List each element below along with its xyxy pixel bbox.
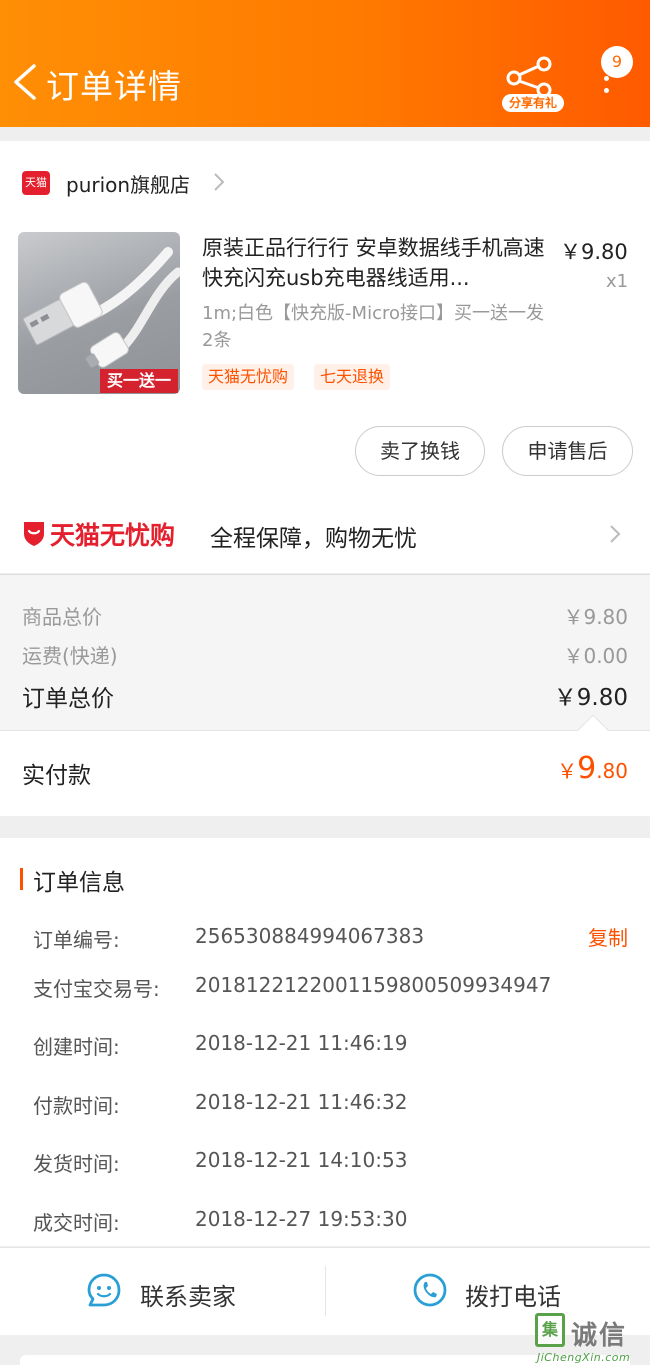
- app-header: 订单详情 分享有礼 9: [0, 0, 650, 127]
- watermark: 集 诚信 JiChengXin.com: [535, 1313, 650, 1365]
- price-summary: 商品总价 ￥9.80 运费(快递) ￥0.00 订单总价 ￥9.80 实付款 ￥…: [0, 574, 650, 816]
- shipping-value: ￥0.00: [563, 644, 628, 668]
- shop-name[interactable]: purion旗舰店: [66, 169, 190, 198]
- message-count-badge[interactable]: 9: [601, 46, 633, 78]
- product-tag: 七天退换: [314, 364, 391, 390]
- call-phone-button[interactable]: 拨打电话: [465, 1277, 561, 1312]
- paid-amount-box: 实付款 ￥9.80: [0, 730, 650, 816]
- completed-time-label: 成交时间:: [33, 1211, 120, 1235]
- shipped-time-label: 发货时间:: [33, 1152, 120, 1176]
- phone-icon[interactable]: [412, 1272, 448, 1308]
- shop-card: 天猫 purion旗舰店 买一送一 原装正品行行行 安卓数据线手机高速快充闪充u…: [0, 141, 650, 573]
- created-time-label: 创建时间:: [33, 1035, 120, 1059]
- chevron-right-icon[interactable]: [608, 523, 622, 545]
- subtotal-label: 商品总价: [22, 605, 102, 629]
- paid-decimal: .80: [596, 759, 628, 783]
- tmall-logo-icon: 天猫: [22, 171, 50, 195]
- order-info-title: 订单信息: [33, 870, 125, 896]
- paid-value: ￥9.80: [557, 751, 628, 786]
- product-spec: 1m;白色【快充版-Micro接口】买一送一发2条: [202, 303, 544, 351]
- product-tag: 天猫无忧购: [202, 364, 295, 390]
- alipay-trade-label: 支付宝交易号:: [33, 977, 160, 1001]
- section-accent-bar: [20, 868, 23, 890]
- completed-time-value: 2018-12-27 19:53:30: [195, 1207, 408, 1231]
- share-gift-label[interactable]: 分享有礼: [502, 94, 564, 112]
- sell-back-button[interactable]: 卖了换钱: [355, 426, 485, 476]
- copy-button[interactable]: 复制: [588, 922, 628, 951]
- paid-time-label: 付款时间:: [33, 1094, 120, 1118]
- after-sale-button[interactable]: 申请售后: [502, 426, 633, 476]
- order-number-label: 订单编号:: [33, 928, 120, 952]
- product-title[interactable]: 原装正品行行行 安卓数据线手机高速快充闪充usb充电器线适用...: [202, 233, 547, 293]
- paid-time-value: 2018-12-21 11:46:32: [195, 1090, 408, 1114]
- chevron-right-icon[interactable]: [212, 172, 226, 192]
- chat-bubble-icon[interactable]: [86, 1272, 122, 1308]
- guarantee-text[interactable]: 全程保障，购物无忧: [210, 519, 417, 553]
- order-info-card: 订单信息 订单编号: 256530884994067383 复制 支付宝交易号:…: [0, 838, 650, 1246]
- back-arrow-icon[interactable]: [10, 62, 40, 102]
- watermark-url: JiChengXin.com: [537, 1351, 631, 1364]
- alipay-trade-value: 2018122122001159800509934947: [195, 973, 552, 997]
- contact-seller-button[interactable]: 联系卖家: [140, 1277, 236, 1312]
- watermark-logo-icon: 集: [535, 1313, 565, 1347]
- product-quantity: x1: [606, 271, 629, 292]
- shipping-label: 运费(快递): [22, 644, 118, 668]
- product-price: ￥9.80: [560, 240, 628, 264]
- divider: [325, 1266, 326, 1316]
- more-options-icon[interactable]: [598, 76, 614, 100]
- paid-integer: 9: [577, 751, 597, 786]
- watermark-text: 诚信: [571, 1321, 628, 1351]
- created-time-value: 2018-12-21 11:46:19: [195, 1031, 408, 1055]
- guarantee-brand[interactable]: 天猫无忧购: [50, 516, 175, 552]
- currency-symbol: ￥: [557, 759, 578, 783]
- paid-label: 实付款: [22, 763, 91, 789]
- tmall-guarantee-icon: [24, 522, 44, 546]
- shipped-time-value: 2018-12-21 14:10:53: [195, 1148, 408, 1172]
- subtotal-value: ￥9.80: [563, 605, 628, 629]
- page-title: 订单详情: [46, 67, 182, 106]
- order-total-value: ￥9.80: [553, 685, 628, 711]
- order-number-value: 256530884994067383: [195, 924, 425, 948]
- product-promo-tag: 买一送一: [100, 369, 178, 393]
- order-total-label: 订单总价: [22, 686, 114, 712]
